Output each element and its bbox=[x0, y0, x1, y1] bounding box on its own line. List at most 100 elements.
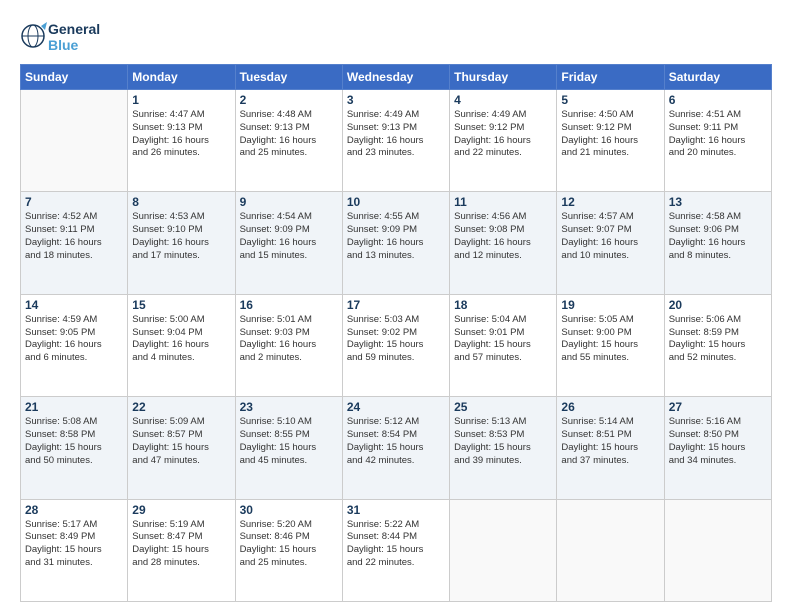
day-number: 5 bbox=[561, 93, 659, 107]
cell-info: Sunrise: 4:51 AMSunset: 9:11 PMDaylight:… bbox=[669, 109, 767, 160]
cell-info: Sunrise: 4:56 AMSunset: 9:08 PMDaylight:… bbox=[454, 211, 552, 262]
calendar-table: SundayMondayTuesdayWednesdayThursdayFrid… bbox=[20, 64, 772, 602]
calendar-cell: 1 Sunrise: 4:47 AMSunset: 9:13 PMDaylight… bbox=[128, 90, 235, 192]
cell-info: Sunrise: 4:48 AMSunset: 9:13 PMDaylight:… bbox=[240, 109, 338, 160]
weekday-header-saturday: Saturday bbox=[664, 65, 771, 90]
calendar-cell: 13 Sunrise: 4:58 AMSunset: 9:06 PMDayligh… bbox=[664, 192, 771, 294]
calendar-cell: 7 Sunrise: 4:52 AMSunset: 9:11 PMDaylight… bbox=[21, 192, 128, 294]
day-number: 29 bbox=[132, 503, 230, 517]
calendar-cell: 15Sunrise: 5:00 AMSunset: 9:04 PMDayligh… bbox=[128, 294, 235, 396]
day-number: 24 bbox=[347, 400, 445, 414]
cell-info: Sunrise: 5:22 AMSunset: 8:44 PMDaylight:… bbox=[347, 519, 445, 570]
logo-svg: General Blue bbox=[20, 16, 110, 56]
calendar-week-row: 1 Sunrise: 4:47 AMSunset: 9:13 PMDaylight… bbox=[21, 90, 772, 192]
cell-info: Sunrise: 4:58 AMSunset: 9:06 PMDaylight:… bbox=[669, 211, 767, 262]
calendar-week-row: 14 Sunrise: 4:59 AMSunset: 9:05 PMDayligh… bbox=[21, 294, 772, 396]
cell-info: Sunrise: 5:20 AMSunset: 8:46 PMDaylight:… bbox=[240, 519, 338, 570]
cell-info: Sunrise: 5:05 AMSunset: 9:00 PMDaylight:… bbox=[561, 314, 659, 365]
day-number: 27 bbox=[669, 400, 767, 414]
calendar-cell: 27 Sunrise: 5:16 AMSunset: 8:50 PMDayligh… bbox=[664, 397, 771, 499]
cell-info: Sunrise: 4:57 AMSunset: 9:07 PMDaylight:… bbox=[561, 211, 659, 262]
day-number: 4 bbox=[454, 93, 552, 107]
weekday-header-thursday: Thursday bbox=[450, 65, 557, 90]
day-number: 18 bbox=[454, 298, 552, 312]
day-number: 26 bbox=[561, 400, 659, 414]
calendar-cell: 16 Sunrise: 5:01 AMSunset: 9:03 PMDayligh… bbox=[235, 294, 342, 396]
calendar-week-row: 7 Sunrise: 4:52 AMSunset: 9:11 PMDaylight… bbox=[21, 192, 772, 294]
cell-info: Sunrise: 4:49 AMSunset: 9:12 PMDaylight:… bbox=[454, 109, 552, 160]
cell-info: Sunrise: 5:01 AMSunset: 9:03 PMDaylight:… bbox=[240, 314, 338, 365]
calendar-cell: 25 Sunrise: 5:13 AMSunset: 8:53 PMDayligh… bbox=[450, 397, 557, 499]
day-number: 2 bbox=[240, 93, 338, 107]
day-number: 17 bbox=[347, 298, 445, 312]
cell-info: Sunrise: 4:47 AMSunset: 9:13 PMDaylight:… bbox=[132, 109, 230, 160]
weekday-header-friday: Friday bbox=[557, 65, 664, 90]
day-number: 11 bbox=[454, 195, 552, 209]
calendar-cell: 5 Sunrise: 4:50 AMSunset: 9:12 PMDaylight… bbox=[557, 90, 664, 192]
calendar-cell: 9 Sunrise: 4:54 AMSunset: 9:09 PMDaylight… bbox=[235, 192, 342, 294]
calendar-cell: 18 Sunrise: 5:04 AMSunset: 9:01 PMDayligh… bbox=[450, 294, 557, 396]
cell-info: Sunrise: 5:03 AMSunset: 9:02 PMDaylight:… bbox=[347, 314, 445, 365]
weekday-header-sunday: Sunday bbox=[21, 65, 128, 90]
cell-info: Sunrise: 5:06 AMSunset: 8:59 PMDaylight:… bbox=[669, 314, 767, 365]
calendar-week-row: 21Sunrise: 5:08 AMSunset: 8:58 PMDayligh… bbox=[21, 397, 772, 499]
cell-info: Sunrise: 4:52 AMSunset: 9:11 PMDaylight:… bbox=[25, 211, 123, 262]
calendar-week-row: 28 Sunrise: 5:17 AMSunset: 8:49 PMDayligh… bbox=[21, 499, 772, 601]
calendar-cell: 2 Sunrise: 4:48 AMSunset: 9:13 PMDaylight… bbox=[235, 90, 342, 192]
day-number: 25 bbox=[454, 400, 552, 414]
calendar-cell bbox=[450, 499, 557, 601]
day-number: 12 bbox=[561, 195, 659, 209]
calendar-cell bbox=[21, 90, 128, 192]
calendar-cell: 10 Sunrise: 4:55 AMSunset: 9:09 PMDayligh… bbox=[342, 192, 449, 294]
day-number: 31 bbox=[347, 503, 445, 517]
cell-info: Sunrise: 4:53 AMSunset: 9:10 PMDaylight:… bbox=[132, 211, 230, 262]
cell-info: Sunrise: 4:50 AMSunset: 9:12 PMDaylight:… bbox=[561, 109, 659, 160]
cell-info: Sunrise: 5:16 AMSunset: 8:50 PMDaylight:… bbox=[669, 416, 767, 467]
svg-text:General: General bbox=[48, 21, 100, 37]
day-number: 28 bbox=[25, 503, 123, 517]
calendar-cell: 21Sunrise: 5:08 AMSunset: 8:58 PMDayligh… bbox=[21, 397, 128, 499]
day-number: 16 bbox=[240, 298, 338, 312]
calendar-cell: 19 Sunrise: 5:05 AMSunset: 9:00 PMDayligh… bbox=[557, 294, 664, 396]
calendar-cell: 8Sunrise: 4:53 AMSunset: 9:10 PMDaylight… bbox=[128, 192, 235, 294]
day-number: 20 bbox=[669, 298, 767, 312]
day-number: 7 bbox=[25, 195, 123, 209]
weekday-header-wednesday: Wednesday bbox=[342, 65, 449, 90]
cell-info: Sunrise: 5:19 AMSunset: 8:47 PMDaylight:… bbox=[132, 519, 230, 570]
calendar-cell: 17 Sunrise: 5:03 AMSunset: 9:02 PMDayligh… bbox=[342, 294, 449, 396]
cell-info: Sunrise: 4:55 AMSunset: 9:09 PMDaylight:… bbox=[347, 211, 445, 262]
calendar-cell: 6 Sunrise: 4:51 AMSunset: 9:11 PMDaylight… bbox=[664, 90, 771, 192]
calendar-cell bbox=[557, 499, 664, 601]
calendar-cell: 12 Sunrise: 4:57 AMSunset: 9:07 PMDayligh… bbox=[557, 192, 664, 294]
page: General Blue SundayMondayTuesdayWednesda… bbox=[0, 0, 792, 612]
calendar-cell: 22Sunrise: 5:09 AMSunset: 8:57 PMDayligh… bbox=[128, 397, 235, 499]
cell-info: Sunrise: 5:09 AMSunset: 8:57 PMDaylight:… bbox=[132, 416, 230, 467]
day-number: 10 bbox=[347, 195, 445, 209]
weekday-header-monday: Monday bbox=[128, 65, 235, 90]
day-number: 1 bbox=[132, 93, 230, 107]
calendar-cell: 14 Sunrise: 4:59 AMSunset: 9:05 PMDayligh… bbox=[21, 294, 128, 396]
calendar-cell: 4 Sunrise: 4:49 AMSunset: 9:12 PMDaylight… bbox=[450, 90, 557, 192]
day-number: 15 bbox=[132, 298, 230, 312]
calendar-cell: 31 Sunrise: 5:22 AMSunset: 8:44 PMDayligh… bbox=[342, 499, 449, 601]
day-number: 6 bbox=[669, 93, 767, 107]
calendar-cell bbox=[664, 499, 771, 601]
weekday-header-row: SundayMondayTuesdayWednesdayThursdayFrid… bbox=[21, 65, 772, 90]
svg-text:Blue: Blue bbox=[48, 37, 79, 53]
cell-info: Sunrise: 5:14 AMSunset: 8:51 PMDaylight:… bbox=[561, 416, 659, 467]
cell-info: Sunrise: 5:10 AMSunset: 8:55 PMDaylight:… bbox=[240, 416, 338, 467]
cell-info: Sunrise: 4:54 AMSunset: 9:09 PMDaylight:… bbox=[240, 211, 338, 262]
cell-info: Sunrise: 4:59 AMSunset: 9:05 PMDaylight:… bbox=[25, 314, 123, 365]
calendar-cell: 29 Sunrise: 5:19 AMSunset: 8:47 PMDayligh… bbox=[128, 499, 235, 601]
cell-info: Sunrise: 5:08 AMSunset: 8:58 PMDaylight:… bbox=[25, 416, 123, 467]
cell-info: Sunrise: 5:13 AMSunset: 8:53 PMDaylight:… bbox=[454, 416, 552, 467]
day-number: 9 bbox=[240, 195, 338, 209]
day-number: 13 bbox=[669, 195, 767, 209]
calendar-cell: 23Sunrise: 5:10 AMSunset: 8:55 PMDayligh… bbox=[235, 397, 342, 499]
day-number: 19 bbox=[561, 298, 659, 312]
weekday-header-tuesday: Tuesday bbox=[235, 65, 342, 90]
calendar-cell: 3Sunrise: 4:49 AMSunset: 9:13 PMDaylight… bbox=[342, 90, 449, 192]
cell-info: Sunrise: 5:17 AMSunset: 8:49 PMDaylight:… bbox=[25, 519, 123, 570]
cell-info: Sunrise: 5:04 AMSunset: 9:01 PMDaylight:… bbox=[454, 314, 552, 365]
day-number: 14 bbox=[25, 298, 123, 312]
